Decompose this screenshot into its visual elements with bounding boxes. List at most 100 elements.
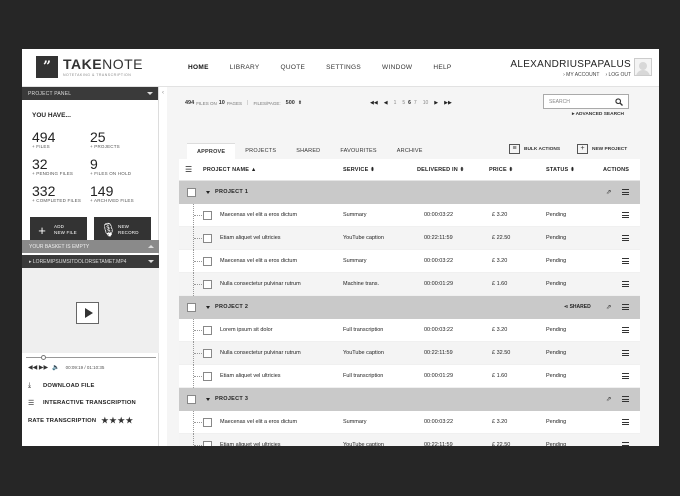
row-actions-icon[interactable] xyxy=(622,442,629,446)
page-7[interactable]: 7 xyxy=(414,100,417,106)
prev-page-icon[interactable]: ◀ xyxy=(384,100,388,106)
project-checkbox[interactable] xyxy=(187,395,196,404)
col-delivered-in[interactable]: DELIVERED IN ⬍ xyxy=(417,167,464,173)
page-6[interactable]: 6 xyxy=(408,100,411,106)
table-row[interactable]: Etiam aliquet vel ultricies YouTube capti… xyxy=(179,227,640,250)
row-actions-icon[interactable] xyxy=(622,373,629,379)
play-button[interactable] xyxy=(76,302,99,324)
last-page-icon[interactable]: ▶▶ xyxy=(444,100,452,106)
row-actions-icon[interactable] xyxy=(622,281,629,287)
page-1[interactable]: 1 xyxy=(394,100,397,106)
chevron-up-icon[interactable] xyxy=(148,245,154,248)
page-10[interactable]: 10 xyxy=(423,100,429,106)
username[interactable]: ALEXANDRIUSPAPALUS xyxy=(510,59,631,70)
tab-projects[interactable]: PROJECTS xyxy=(235,143,287,159)
row-checkbox[interactable] xyxy=(203,280,212,289)
interactive-transcription-button[interactable]: ☰ INTERACTIVE TRANSCRIPTION xyxy=(28,399,136,407)
col-status[interactable]: STATUS ⬍ xyxy=(546,167,575,173)
search-icon[interactable] xyxy=(615,97,623,106)
export-icon[interactable]: ⇗ xyxy=(606,395,611,403)
col-project-name[interactable]: PROJECT NAME ▲ xyxy=(203,167,256,173)
tab-archive[interactable]: ARCHIVE xyxy=(386,143,433,159)
chevron-down-icon[interactable] xyxy=(206,397,210,401)
project-checkbox[interactable] xyxy=(187,188,196,197)
chevron-down-icon[interactable] xyxy=(147,92,153,95)
row-checkbox[interactable] xyxy=(203,349,212,358)
nav-quote[interactable]: QUOTE xyxy=(281,64,306,71)
project-group-row[interactable]: PROJECT 3 ⇗ xyxy=(179,388,640,411)
table-row[interactable]: Nulla consectetur pulvinar rutrum Machine… xyxy=(179,273,640,296)
project-checkbox[interactable] xyxy=(187,303,196,312)
basket-bar[interactable]: YOUR BASKET IS EMPTY xyxy=(22,240,159,253)
col-service[interactable]: SERVICE ⬍ xyxy=(343,167,375,173)
row-checkbox[interactable] xyxy=(203,234,212,243)
forward-icon[interactable]: ▶▶ xyxy=(39,364,48,371)
table-row[interactable]: Etiam aliquet vel ultricies YouTube capti… xyxy=(179,434,640,446)
project-panel-header[interactable]: PROJECT PANEL xyxy=(22,87,158,100)
project-group-row[interactable]: PROJECT 1 ⇗ xyxy=(179,181,640,204)
row-actions-icon[interactable] xyxy=(622,350,629,356)
page-5[interactable]: 5 xyxy=(402,100,405,106)
table-row[interactable]: Maecenas vel elit a eros dictum Summary 00… xyxy=(179,250,640,273)
export-icon[interactable]: ⇗ xyxy=(606,188,611,196)
chevron-down-icon[interactable] xyxy=(206,305,210,309)
nav-home[interactable]: HOME xyxy=(188,64,209,71)
collapse-panel-icon[interactable]: ‹ xyxy=(159,87,167,99)
table-row[interactable]: Etiam aliquet vel ultricies Full transcri… xyxy=(179,365,640,388)
avatar[interactable] xyxy=(634,58,652,76)
project-group-row[interactable]: PROJECT 2 ⋖ SHARED ⇗ xyxy=(179,296,640,319)
search-input[interactable]: SEARCH xyxy=(543,94,629,109)
volume-icon[interactable]: 🔈 xyxy=(52,364,59,371)
log-out-link[interactable]: › LOG OUT xyxy=(605,72,631,78)
project-title[interactable]: PROJECT 3 xyxy=(206,396,248,402)
table-row[interactable]: Lorem ipsum sit dolor Full transcription 0… xyxy=(179,319,640,342)
chevron-down-icon[interactable] xyxy=(148,260,154,263)
shared-indicator[interactable]: ⋖ SHARED xyxy=(564,304,591,310)
row-actions-icon[interactable] xyxy=(622,419,629,425)
progress-slider[interactable] xyxy=(22,355,159,360)
download-file-button[interactable]: ⤓ DOWNLOAD FILE xyxy=(28,382,95,390)
tab-approve[interactable]: APPROVE xyxy=(187,143,236,159)
row-checkbox[interactable] xyxy=(203,441,212,446)
col-price[interactable]: PRICE ⬍ xyxy=(489,167,513,173)
project-title[interactable]: PROJECT 2 xyxy=(206,304,248,310)
nav-window[interactable]: WINDOW xyxy=(382,64,412,71)
table-row[interactable]: Maecenas vel elit a eros dictum Summary 00… xyxy=(179,411,640,434)
first-page-icon[interactable]: ◀◀ xyxy=(370,100,378,106)
progress-handle[interactable] xyxy=(40,355,46,360)
row-checkbox[interactable] xyxy=(203,211,212,220)
project-title[interactable]: PROJECT 1 xyxy=(206,189,248,195)
sort-arrows-icon[interactable]: ⬍ xyxy=(298,100,302,106)
files-per-page-select[interactable]: 500 xyxy=(286,100,295,106)
row-actions-icon[interactable] xyxy=(622,235,629,241)
chevron-down-icon[interactable] xyxy=(206,190,210,194)
tab-favourites[interactable]: FAVOURITES xyxy=(330,143,387,159)
row-actions-icon[interactable] xyxy=(622,212,629,218)
list-icon[interactable] xyxy=(622,304,629,310)
row-checkbox[interactable] xyxy=(203,257,212,266)
table-row[interactable]: Maecenas vel elit a eros dictum Summary 00… xyxy=(179,204,640,227)
table-row[interactable]: Nulla consectetur pulvinar rutrum YouTube… xyxy=(179,342,640,365)
row-checkbox[interactable] xyxy=(203,372,212,381)
current-file-bar[interactable]: ▸ LOREMIPSUMSITDOLORSETAMET.MP4 xyxy=(22,255,159,268)
star-rating[interactable]: ★★★★ xyxy=(101,416,134,425)
select-all-icon[interactable]: ☰ xyxy=(185,165,192,174)
export-icon[interactable]: ⇗ xyxy=(606,303,611,311)
tab-shared[interactable]: SHARED xyxy=(286,143,331,159)
logo[interactable]: ” TAKENOTE NOTETAKING & TRANSCRIPTION xyxy=(36,56,143,78)
list-icon[interactable] xyxy=(622,189,629,195)
row-actions-icon[interactable] xyxy=(622,327,629,333)
advanced-search-link[interactable]: ▸ ADVANCED SEARCH xyxy=(572,112,624,117)
nav-library[interactable]: LIBRARY xyxy=(230,64,260,71)
rewind-icon[interactable]: ◀◀ xyxy=(28,364,37,371)
next-page-icon[interactable]: ▶ xyxy=(434,100,438,106)
row-checkbox[interactable] xyxy=(203,326,212,335)
nav-help[interactable]: HELP xyxy=(433,64,451,71)
new-project-button[interactable]: + NEW PROJECT xyxy=(577,144,627,154)
row-actions-icon[interactable] xyxy=(622,258,629,264)
list-icon[interactable] xyxy=(622,396,629,402)
row-checkbox[interactable] xyxy=(203,418,212,427)
my-account-link[interactable]: › MY ACCOUNT xyxy=(563,72,599,78)
nav-settings[interactable]: SETTINGS xyxy=(326,64,361,71)
bulk-actions-button[interactable]: ≡ BULK ACTIONS xyxy=(509,144,560,154)
